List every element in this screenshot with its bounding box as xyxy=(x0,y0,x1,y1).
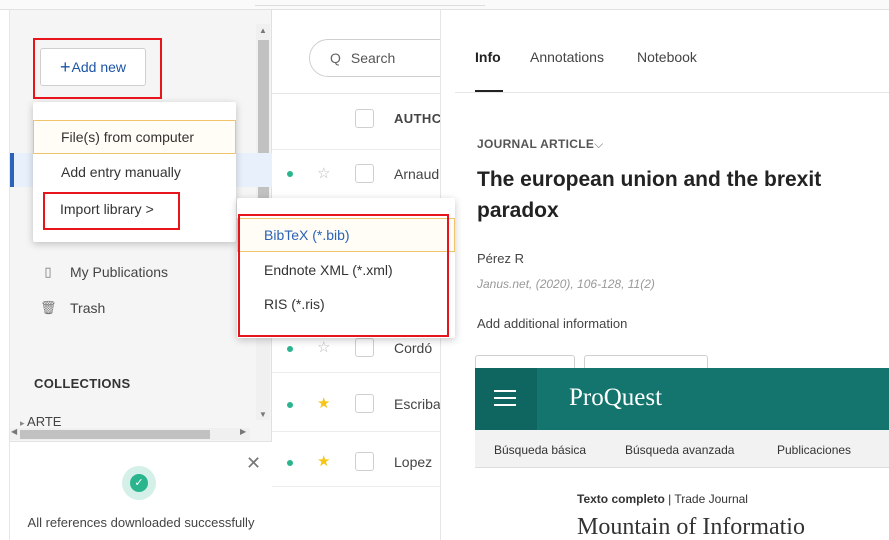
close-icon[interactable]: ✕ xyxy=(246,453,261,474)
row-divider xyxy=(272,372,440,373)
check-icon: ✓ xyxy=(130,474,148,492)
sidebar-item-my-publications[interactable]: ▯ My Publications xyxy=(40,264,168,280)
selection-indicator xyxy=(10,153,14,187)
highlight-box-import-formats xyxy=(238,214,449,337)
menu-item-add-entry-manually[interactable]: Add entry manually xyxy=(33,155,236,189)
collections-heading: COLLECTIONS xyxy=(34,376,131,391)
row-checkbox[interactable] xyxy=(355,164,374,183)
nav-publications[interactable]: Publicaciones xyxy=(777,443,851,457)
unread-dot xyxy=(287,171,293,177)
publications-icon: ▯ xyxy=(44,264,52,279)
menu-item-files-from-computer[interactable]: File(s) from computer xyxy=(33,120,236,154)
tab-info[interactable]: Info xyxy=(475,49,501,65)
add-additional-info-link[interactable]: Add additional information xyxy=(477,316,627,331)
star-icon[interactable]: ☆ xyxy=(317,338,330,356)
proquest-doc-type: Texto completo | Trade Journal xyxy=(577,492,748,506)
unread-dot xyxy=(287,460,293,466)
star-filled-icon[interactable]: ★ xyxy=(317,394,330,412)
author-column-header[interactable]: AUTHC xyxy=(394,111,442,126)
search-placeholder: Search xyxy=(350,50,396,66)
document-type-selector[interactable]: JOURNAL ARTICLE⌵ xyxy=(477,137,604,152)
table-row-author[interactable]: Lopez xyxy=(394,454,440,470)
tab-notebook[interactable]: Notebook xyxy=(637,49,697,65)
row-divider xyxy=(272,431,440,432)
hamburger-icon[interactable] xyxy=(494,390,516,411)
scroll-down-arrow-icon[interactable]: ▼ xyxy=(256,410,270,419)
proquest-header xyxy=(475,368,889,430)
search-icon: Q xyxy=(330,50,341,66)
table-row-author[interactable]: Cordó xyxy=(394,340,440,356)
unread-dot xyxy=(287,402,293,408)
document-source[interactable]: Janus.net, (2020), 106-128, 11(2) xyxy=(477,277,655,291)
notification-message: All references downloaded successfully xyxy=(27,515,255,530)
unread-dot xyxy=(287,346,293,352)
select-all-checkbox[interactable] xyxy=(355,109,374,128)
top-strip-divider xyxy=(255,0,485,6)
sidebar-item-trash[interactable]: 🗑 Trash xyxy=(40,300,105,316)
scroll-up-arrow-icon[interactable]: ▲ xyxy=(256,26,270,35)
document-author[interactable]: Pérez R xyxy=(477,251,524,266)
nav-advanced-search[interactable]: Búsqueda avanzada xyxy=(625,443,734,457)
row-checkbox[interactable] xyxy=(355,394,374,413)
row-checkbox[interactable] xyxy=(355,452,374,471)
collection-item-arte[interactable]: ▸ ARTE xyxy=(20,414,61,428)
chevron-down-icon: ⌵ xyxy=(594,137,604,151)
highlight-box-add-new xyxy=(33,38,162,99)
partial-button[interactable] xyxy=(584,355,708,369)
partial-button[interactable] xyxy=(475,355,575,369)
row-divider xyxy=(272,149,440,150)
table-row-author[interactable]: Escriba xyxy=(394,396,440,412)
nav-basic-search[interactable]: Búsqueda básica xyxy=(494,443,586,457)
scroll-right-arrow-icon[interactable]: ▶ xyxy=(240,427,246,436)
tab-annotations[interactable]: Annotations xyxy=(530,49,604,65)
star-filled-icon[interactable]: ★ xyxy=(317,452,330,470)
left-edge xyxy=(0,10,10,540)
trash-icon: 🗑 xyxy=(40,300,57,315)
scroll-left-arrow-icon[interactable]: ◀ xyxy=(11,427,17,436)
chevron-right-icon[interactable]: ▸ xyxy=(20,418,27,428)
highlight-box-import-library xyxy=(43,192,180,230)
document-title[interactable]: The european union and the brexit parado… xyxy=(477,164,889,226)
tab-divider xyxy=(455,92,889,93)
sidebar-hscroll-thumb[interactable] xyxy=(20,430,210,439)
proquest-logo[interactable]: ProQuest xyxy=(569,384,662,412)
proquest-title: Mountain of Informatio xyxy=(577,514,805,540)
star-icon[interactable]: ☆ xyxy=(317,164,330,182)
row-divider xyxy=(272,486,440,487)
list-header-divider xyxy=(272,93,440,94)
table-row-author[interactable]: Arnaud xyxy=(394,166,440,182)
row-checkbox[interactable] xyxy=(355,338,374,357)
